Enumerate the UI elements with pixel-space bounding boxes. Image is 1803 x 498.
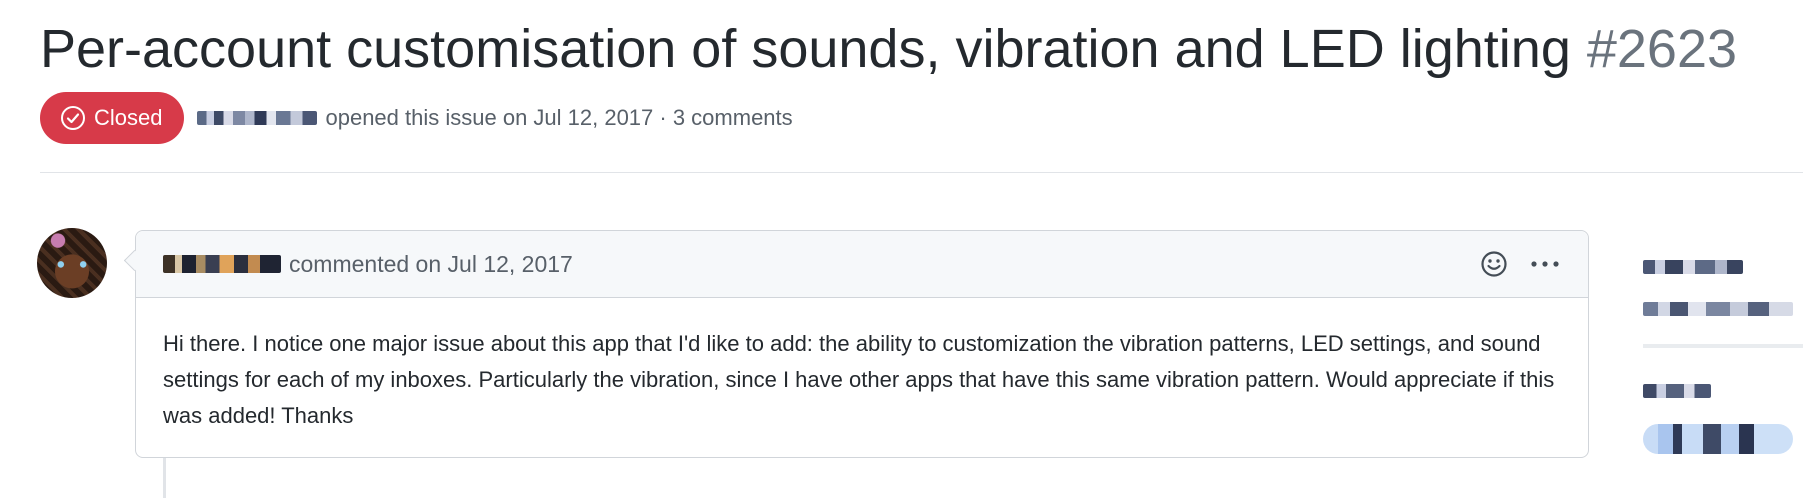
timeline-line [163,458,166,498]
check-circle-icon [61,106,85,130]
sidebar [1643,260,1803,454]
comment-body: Hi there. I notice one major issue about… [163,331,1555,428]
avatar[interactable] [37,228,107,298]
header-divider [40,172,1803,173]
sidebar-label-labels [1643,384,1711,398]
comment-date[interactable]: commented on Jul 12, 2017 [289,251,573,278]
kebab-horizontal-icon [1531,261,1559,267]
issue-state-label: Closed [94,105,163,130]
issue-title-heading: Per-account customisation of sounds, vib… [40,14,1737,84]
issue-author-link[interactable] [197,111,318,125]
sidebar-divider [1643,344,1803,348]
add-reaction-button[interactable] [1480,250,1508,278]
smiley-icon [1481,251,1507,277]
issue-meta-text: opened this issue on Jul 12, 2017 · 3 co… [325,105,793,130]
sidebar-label-assignees [1643,260,1743,274]
comment-header: commented on Jul 12, 2017 [136,231,1588,298]
comment-actions [1480,231,1560,297]
issue-title: Per-account customisation of sounds, vib… [40,19,1571,79]
comment-author-link[interactable] [163,255,281,273]
comment-options-button[interactable] [1530,259,1560,269]
sidebar-value-assignees[interactable] [1643,302,1793,316]
comment-box: commented on Jul 12, 2017 Hi there. I no… [135,230,1589,458]
issue-state-badge: Closed [40,92,185,144]
issue-meta: Closed opened this issue on Jul 12, 2017… [40,92,793,144]
issue-number: #2623 [1586,19,1738,79]
sidebar-label-pill[interactable] [1643,424,1793,454]
